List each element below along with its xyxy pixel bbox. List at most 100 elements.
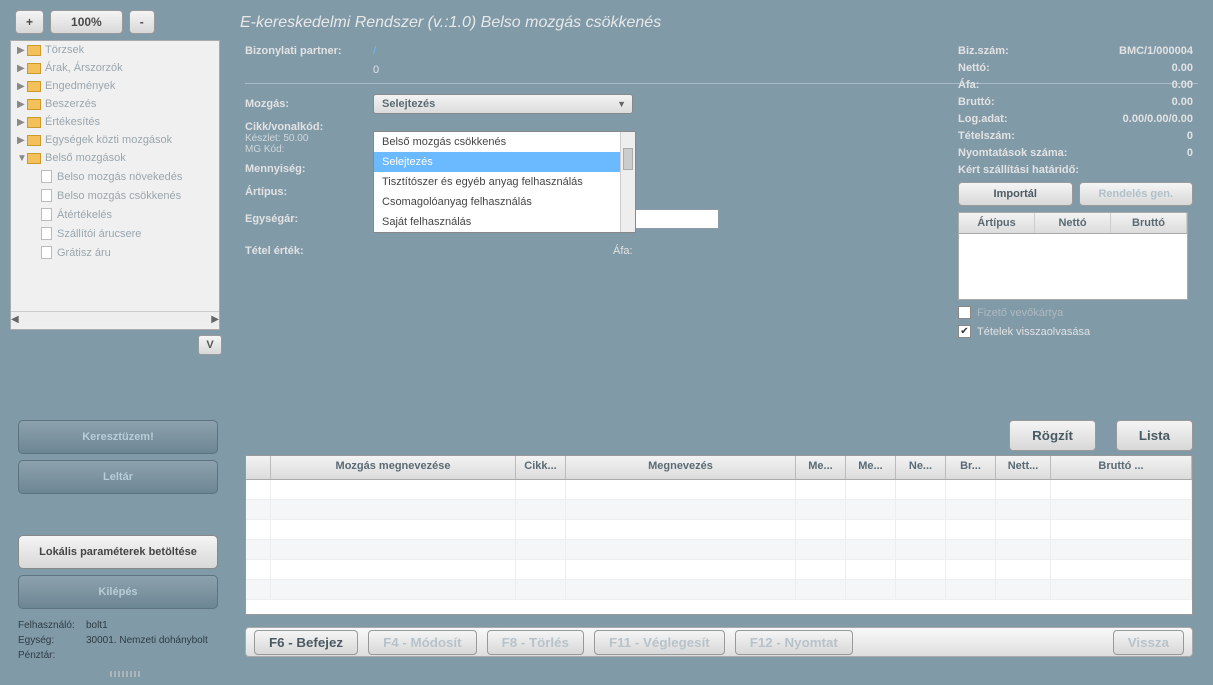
tree-file-item[interactable]: Belso mozgás növekedés — [11, 167, 219, 186]
tree-item-label: Beszerzés — [45, 98, 96, 110]
grid-col-me2[interactable]: Me... — [846, 456, 896, 479]
tree-folder-item[interactable]: ▶ Törzsek — [11, 41, 219, 59]
dropdown-item[interactable]: Saját felhasználás — [374, 212, 635, 232]
grid-col-ne[interactable]: Ne... — [896, 456, 946, 479]
grid-col-cikk[interactable]: Cikk... — [516, 456, 566, 479]
tetelszam-value: 0 — [1187, 130, 1193, 142]
grid-col-pick[interactable] — [246, 456, 271, 479]
partner-label: Bizonylati partner: — [245, 45, 373, 57]
bizszam-label: Biz.szám: — [958, 45, 1009, 57]
tree-item-label: Szállítói árucsere — [57, 228, 141, 240]
tetelek-visszaolvasasa-checkbox[interactable]: ✔ — [958, 325, 971, 338]
f11-veglegesit-button[interactable]: F11 - Véglegesít — [594, 630, 725, 655]
dropdown-item-selected[interactable]: Selejtezés — [374, 152, 635, 172]
bizszam-value: BMC/1/000004 — [1119, 45, 1193, 57]
tree-file-item[interactable]: Belso mozgás csökkenés — [11, 186, 219, 205]
tree-file-item[interactable]: Szállítói árucsere — [11, 224, 219, 243]
mini-th-artipus: Ártípus — [959, 213, 1035, 233]
dropdown-item[interactable]: Tisztítószer és egyéb anyag felhasználás — [374, 172, 635, 192]
tree-folder-item[interactable]: ▶ Árak, Árszorzók — [11, 59, 219, 77]
chevron-icon: ▶ — [17, 135, 27, 146]
mennyiseg-label: Mennyiség: — [245, 163, 373, 175]
partner-value: / — [373, 45, 376, 57]
chevron-icon: ▶ — [17, 63, 27, 74]
file-icon — [41, 246, 52, 259]
dropdown-item[interactable]: Belső mozgás csökkenés — [374, 132, 635, 152]
grid-col-nett[interactable]: Nett... — [996, 456, 1051, 479]
chevron-icon: ▶ — [17, 99, 27, 110]
mozgas-combo[interactable]: Selejtezés — [373, 94, 633, 114]
tree-item-label: Árak, Árszorzók — [45, 62, 123, 74]
leltar-button[interactable]: Leltár — [18, 460, 218, 494]
grid-col-brutto[interactable]: Bruttó ... — [1051, 456, 1192, 479]
afa-label: Áfa: — [613, 245, 633, 257]
tree-file-item[interactable]: Grátisz áru — [11, 243, 219, 262]
tetelek-visszaolvasasa-label: Tételek visszaolvasása — [977, 326, 1090, 338]
mozgas-label: Mozgás: — [245, 98, 373, 110]
zoom-in-button[interactable]: + — [15, 10, 44, 34]
tree-item-label: Belső mozgások — [45, 152, 126, 164]
tree-item-label: Belso mozgás csökkenés — [57, 190, 181, 202]
artipus-table: Ártípus Nettó Bruttó — [958, 212, 1188, 300]
mini-th-netto: Nettó — [1035, 213, 1111, 233]
logadat-value: 0.00/0.00/0.00 — [1123, 113, 1193, 125]
zoom-level-button[interactable]: 100% — [50, 10, 123, 34]
grid-col-megnev[interactable]: Megnevezés — [566, 456, 796, 479]
folder-icon — [27, 45, 41, 56]
lista-button[interactable]: Lista — [1116, 420, 1193, 451]
f12-nyomtat-button[interactable]: F12 - Nyomtat — [735, 630, 853, 655]
collapse-sidebar-button[interactable]: V — [198, 335, 222, 355]
artipus-label: Ártípus: — [245, 186, 373, 198]
nyomtatasok-value: 0 — [1187, 147, 1193, 159]
mozgas-dropdown[interactable]: Belső mozgás csökkenés Selejtezés Tisztí… — [373, 131, 636, 233]
meta-afa-label: Áfa: — [958, 79, 979, 91]
meta-netto-value: 0.00 — [1172, 62, 1193, 74]
grid-col-mozgas[interactable]: Mozgás megnevezése — [271, 456, 516, 479]
tree-item-label: Törzsek — [45, 44, 84, 56]
grid-col-br[interactable]: Br... — [946, 456, 996, 479]
f4-modosit-button[interactable]: F4 - Módosít — [368, 630, 476, 655]
file-icon — [41, 170, 52, 183]
mini-th-brutto: Bruttó — [1111, 213, 1187, 233]
import-button[interactable]: Importál — [958, 182, 1073, 206]
dropdown-scrollbar[interactable] — [620, 132, 635, 232]
page-title: E-kereskedelmi Rendszer (v.:1.0) Belso m… — [240, 14, 661, 32]
meta-netto-label: Nettó: — [958, 62, 990, 74]
vissza-button[interactable]: Vissza — [1113, 630, 1184, 655]
tetelek-grid[interactable]: Mozgás megnevezése Cikk... Megnevezés Me… — [245, 455, 1193, 615]
egysegar-label: Egységár: — [245, 213, 373, 225]
grid-col-me1[interactable]: Me... — [796, 456, 846, 479]
keresztuzem-button[interactable]: Keresztüzem! — [18, 420, 218, 454]
local-params-button[interactable]: Lokális paraméterek betöltése — [18, 535, 218, 569]
zoom-out-button[interactable]: - — [129, 10, 155, 34]
chevron-icon: ▶ — [17, 45, 27, 56]
tree-h-scrollbar[interactable]: ◀▶ — [11, 311, 219, 327]
logadat-label: Log.adat: — [958, 113, 1008, 125]
file-icon — [41, 189, 52, 202]
folder-icon — [27, 135, 41, 146]
folder-icon — [27, 117, 41, 128]
tree-file-item[interactable]: Átértékelés — [11, 205, 219, 224]
footer-egyseg-value: 30001. Nemzeti dohánybolt — [86, 635, 208, 646]
tree-folder-item[interactable]: ▶Értékesítés — [11, 113, 219, 131]
tree-folder-item[interactable]: ▶Engedmények — [11, 77, 219, 95]
meta-afa-value: 0.00 — [1172, 79, 1193, 91]
f6-befejez-button[interactable]: F6 - Befejez — [254, 630, 358, 655]
tetel-ertek-label: Tétel érték: — [245, 245, 373, 257]
tree-folder-item[interactable]: ▶ Beszerzés — [11, 95, 219, 113]
f8-torles-button[interactable]: F8 - Törlés — [487, 630, 584, 655]
footer-penztar-label: Pénztár: — [18, 650, 78, 661]
fizeto-vevokartya-checkbox — [958, 306, 971, 319]
function-bar: F6 - Befejez F4 - Módosít F8 - Törlés F1… — [245, 627, 1193, 657]
rogzit-button[interactable]: Rögzít — [1009, 420, 1096, 451]
footer-egyseg-label: Egység: — [18, 635, 78, 646]
tree-folder-item[interactable]: ▼ Belső mozgások — [11, 149, 219, 167]
resize-grip-icon — [110, 671, 140, 677]
cikk-label: Cikk/vonalkód: — [245, 121, 373, 133]
dropdown-item[interactable]: Csomagolóanyag felhasználás — [374, 192, 635, 212]
chevron-icon: ▼ — [17, 153, 27, 164]
exit-button[interactable]: Kilépés — [18, 575, 218, 609]
rendeles-gen-button[interactable]: Rendelés gen. — [1079, 182, 1194, 206]
meta-brutto-label: Bruttó: — [958, 96, 995, 108]
tree-folder-item[interactable]: ▶Egységek közti mozgások — [11, 131, 219, 149]
